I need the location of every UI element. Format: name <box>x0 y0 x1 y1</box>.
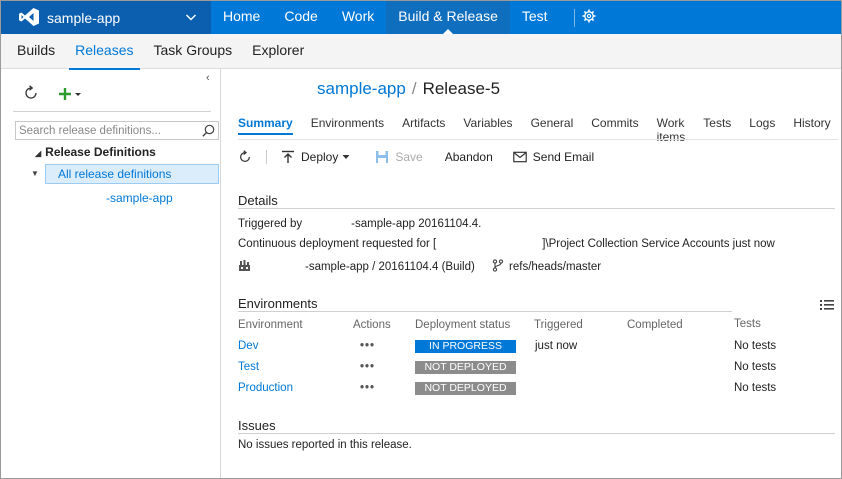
env-production-link[interactable]: Production <box>238 382 293 394</box>
mail-icon <box>512 151 527 163</box>
issues-text: No issues reported in this release. <box>238 439 412 451</box>
env-test-tests: No tests <box>734 361 777 373</box>
release-toolbar: Deploy Save Abandon Send Email <box>238 147 594 167</box>
chevron-down-icon <box>342 155 350 159</box>
env-dev-actions[interactable]: ••• <box>360 340 375 352</box>
release-definition-link[interactable]: sample-app <box>317 79 406 98</box>
tree-root[interactable]: ◢ Release Definitions <box>35 145 156 159</box>
environments-heading: Environments <box>238 296 318 311</box>
send-email-label: Send Email <box>532 150 595 164</box>
deploy-icon <box>282 150 294 163</box>
env-dev-tests: No tests <box>734 340 777 352</box>
release-title: sample-app / Release-5 <box>317 79 500 99</box>
env-dev-triggered: just now <box>535 340 578 352</box>
top-nav-build-release-label: Build & Release <box>398 8 498 24</box>
details-heading: Details <box>238 193 278 208</box>
search-definitions-input[interactable] <box>16 122 196 139</box>
env-dev-status-badge: IN PROGRESS <box>415 340 516 353</box>
env-test-link[interactable]: Test <box>238 361 259 373</box>
top-nav-build-release[interactable]: Build & Release <box>386 1 510 34</box>
save-label: Save <box>395 150 423 164</box>
triggered-by-value: -sample-app 20161104.4. <box>351 218 482 230</box>
tree-root-label: Release Definitions <box>45 145 156 159</box>
col-completed: Completed <box>627 319 683 331</box>
release-definitions-pane: ‹ ◢Release Definitions ▼ All release def… <box>1 69 221 478</box>
list-view-icon[interactable] <box>820 299 834 311</box>
project-switcher[interactable]: sample-app <box>1 1 211 34</box>
add-definition-icon[interactable] <box>59 86 85 102</box>
refresh-icon[interactable] <box>238 150 252 164</box>
toolbar-separator <box>266 150 267 164</box>
visual-studio-logo-icon <box>19 8 39 26</box>
env-production-tests: No tests <box>734 382 777 394</box>
chevron-down-icon[interactable] <box>185 11 197 23</box>
project-name: sample-app <box>47 10 121 26</box>
tabs-divider <box>238 139 838 140</box>
deploy-button[interactable]: Deploy <box>281 150 351 164</box>
hub-releases[interactable]: Releases <box>65 34 143 70</box>
hub-nav: Builds Releases Task Groups Explorer <box>1 34 841 70</box>
environments-divider <box>238 311 732 312</box>
gear-icon[interactable] <box>582 9 596 23</box>
artifact-line: -sample-app / 20161104.4 (Build) refs/he… <box>238 259 601 273</box>
env-production-status-badge: NOT DEPLOYED <box>415 382 516 395</box>
save-button[interactable]: Save <box>375 150 423 164</box>
top-nav-work[interactable]: Work <box>330 1 386 34</box>
issues-heading: Issues <box>238 418 276 433</box>
cd-value: ]\Project Collection Service Accounts ju… <box>542 238 775 250</box>
artifact-value[interactable]: -sample-app / 20161104.4 (Build) <box>305 261 475 273</box>
hub-task-groups[interactable]: Task Groups <box>144 34 243 69</box>
expand-triangle-icon[interactable]: ▼ <box>31 169 39 178</box>
collapse-pane-icon[interactable]: ‹ <box>206 72 210 84</box>
env-test-status-badge: NOT DEPLOYED <box>415 361 516 374</box>
top-nav-home[interactable]: Home <box>211 1 272 34</box>
refresh-icon[interactable] <box>23 85 39 101</box>
abandon-button[interactable]: Abandon <box>445 150 493 164</box>
search-icon[interactable] <box>202 124 215 137</box>
save-icon <box>376 151 389 163</box>
col-tests: Tests <box>734 318 761 330</box>
env-production-actions[interactable]: ••• <box>360 382 375 394</box>
top-nav: Home Code Work Build & Release Test <box>211 1 587 34</box>
hub-bar: Builds Releases Task Groups Explorer <box>1 34 841 70</box>
cd-label: Continuous deployment requested for [ <box>238 238 437 250</box>
release-name: Release-5 <box>422 79 501 98</box>
tree-item-definition[interactable]: -sample-app <box>106 191 173 205</box>
title-separator: / <box>411 79 417 98</box>
top-nav-test[interactable]: Test <box>510 1 560 34</box>
app-window: sample-app Home Code Work Build & Releas… <box>0 0 842 479</box>
issues-divider <box>238 433 835 434</box>
top-bar: sample-app Home Code Work Build & Releas… <box>1 1 841 34</box>
deploy-label: Deploy <box>301 150 339 164</box>
triggered-by-line: Triggered by -sample-app 20161104.4. <box>238 218 481 230</box>
col-environment: Environment <box>238 319 303 331</box>
send-email-button[interactable]: Send Email <box>512 150 595 164</box>
build-icon <box>239 260 250 271</box>
tree-item-all-definitions[interactable]: All release definitions <box>45 164 219 184</box>
release-summary-pane: sample-app / Release-5 Summary Environment… <box>222 69 841 478</box>
col-deployment-status: Deployment status <box>415 319 511 331</box>
expanded-triangle-icon: ◢ <box>35 149 42 158</box>
triggered-by-label: Triggered by <box>238 218 303 230</box>
hub-builds[interactable]: Builds <box>7 34 65 69</box>
abandon-label: Abandon <box>444 150 493 164</box>
cd-line: Continuous deployment requested for [ ]\P… <box>238 238 775 250</box>
top-nav-divider <box>573 9 575 27</box>
hub-explorer[interactable]: Explorer <box>242 34 314 69</box>
env-test-actions[interactable]: ••• <box>360 361 375 373</box>
details-divider <box>238 208 835 209</box>
col-triggered: Triggered <box>534 319 583 331</box>
env-dev-link[interactable]: Dev <box>238 340 258 352</box>
col-actions: Actions <box>353 319 391 331</box>
top-nav-code[interactable]: Code <box>272 1 329 34</box>
branch-value: refs/heads/master <box>509 261 602 273</box>
branch-icon <box>492 259 504 272</box>
toolbar-divider <box>13 111 211 112</box>
search-definitions-box <box>15 121 219 140</box>
